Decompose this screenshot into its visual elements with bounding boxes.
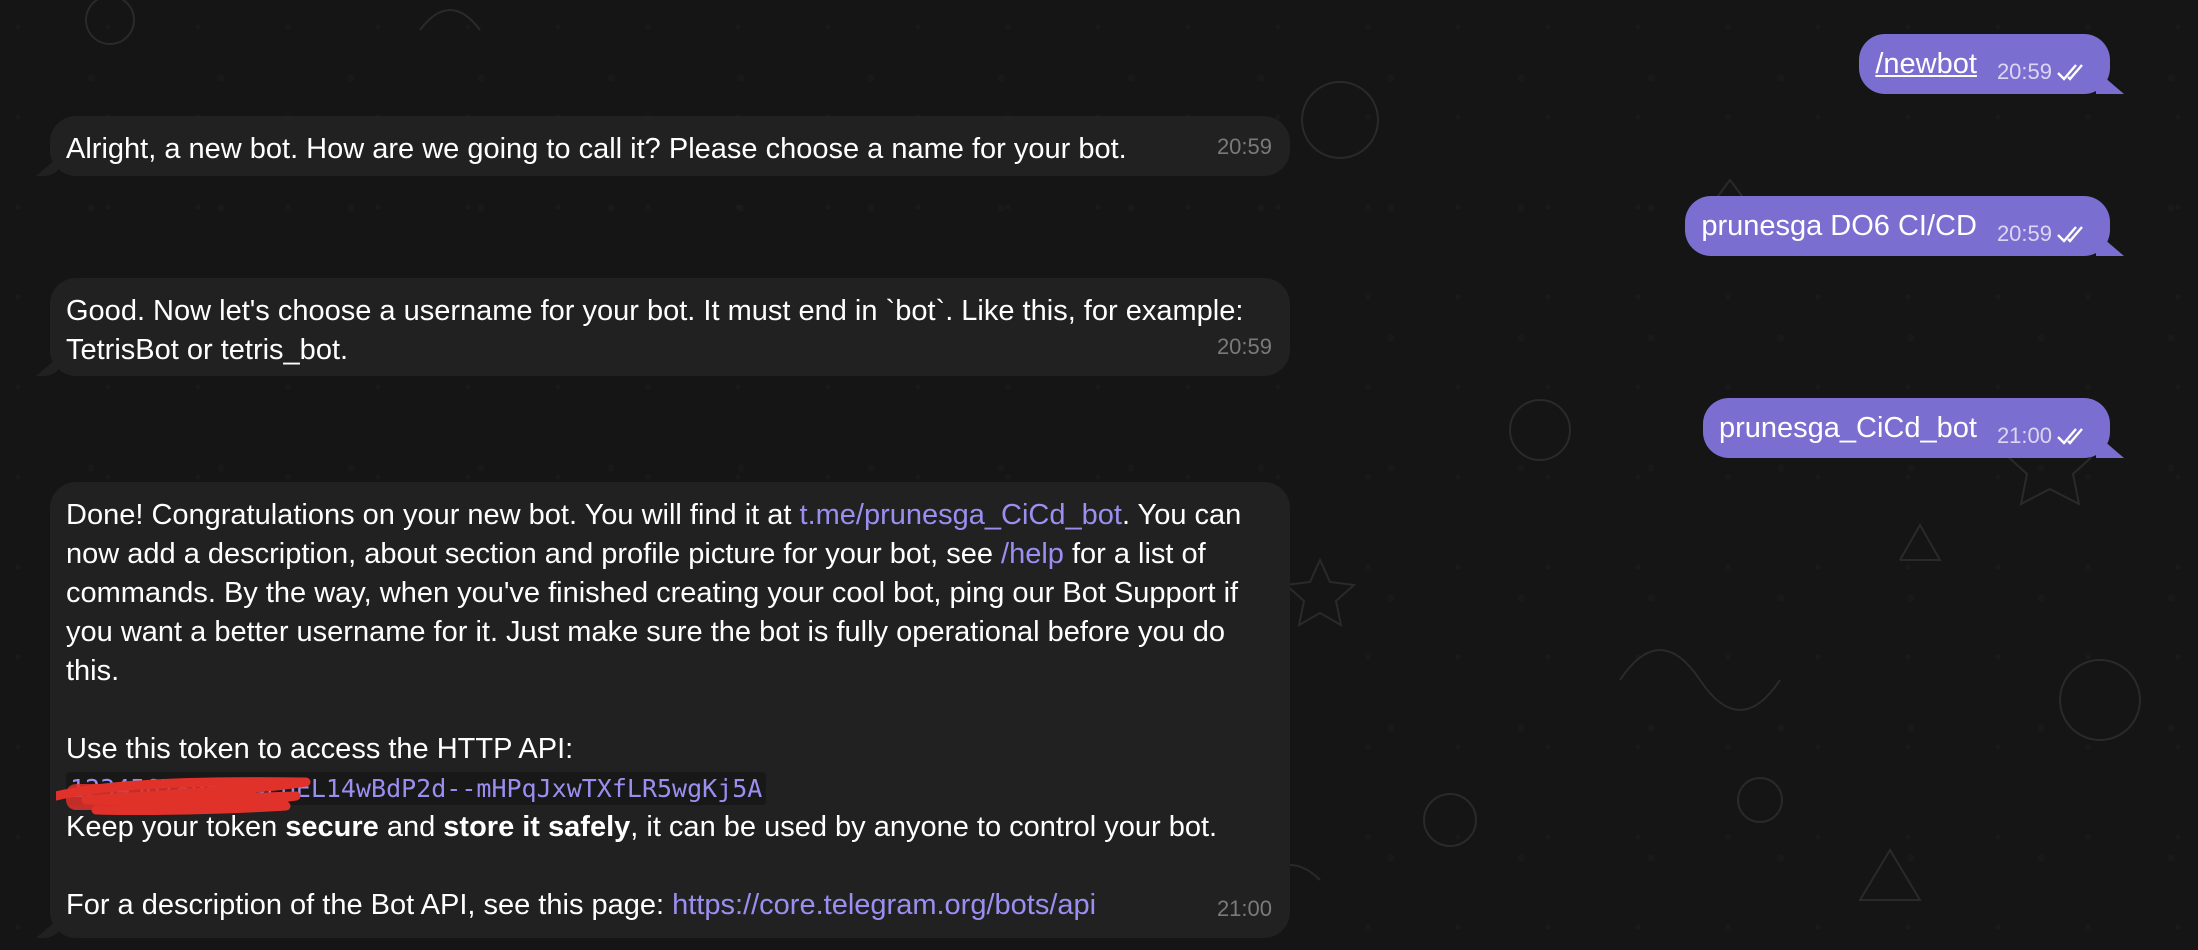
message-time: 20:59: [1216, 134, 1272, 159]
message-time: 20:59: [1996, 59, 2052, 84]
outgoing-message[interactable]: /newbot 20:59: [1859, 34, 2124, 94]
message-text: prunesga DO6 CI/CD: [1701, 210, 1977, 242]
api-docs-link[interactable]: https://core.telegram.org/bots/api: [672, 889, 1096, 921]
message-body: Done! Congratulations on your new bot. Y…: [56, 496, 1281, 925]
message-text[interactable]: /newbot: [1875, 44, 1977, 84]
message-time: 20:59: [1996, 221, 2052, 246]
double-check-icon: [2057, 64, 2083, 81]
outgoing-message[interactable]: prunesga_CiCd_bot 21:00: [1702, 398, 2124, 458]
message-text-part: and: [378, 811, 444, 843]
incoming-message[interactable]: Alright, a new bot. How are we going to …: [36, 116, 1290, 176]
help-command-link[interactable]: /help: [1001, 538, 1064, 570]
message-time: 21:00: [1996, 423, 2052, 448]
message-time: 21:00: [1216, 896, 1272, 921]
redaction-scribble: [56, 777, 311, 816]
message-text-part: Done! Congratulations on your new bot. Y…: [66, 499, 800, 531]
message-text-part: For a description of the Bot API, see th…: [66, 889, 673, 921]
bold-text: store it safely: [443, 811, 631, 843]
token-intro: Use this token to access the HTTP API:: [66, 733, 574, 765]
message-text: prunesga_CiCd_bot: [1718, 412, 1977, 444]
message-text: Alright, a new bot. How are we going to …: [66, 133, 1127, 165]
message-meta: 21:00: [1997, 416, 2088, 456]
chat-history[interactable]: /newbot 20:59 Alright, a new bot. How ar…: [0, 0, 2198, 950]
message-meta: 20:59: [1997, 214, 2088, 254]
message-meta: 20:59: [1997, 52, 2088, 92]
double-check-icon: [2057, 428, 2083, 445]
outgoing-message[interactable]: prunesga DO6 CI/CD 20:59: [1685, 196, 2124, 256]
message-text-part: , it can be used by anyone to control yo…: [630, 811, 1218, 843]
api-description: For a description of the Bot API, see th…: [66, 886, 1281, 925]
incoming-message[interactable]: Done! Congratulations on your new bot. Y…: [36, 482, 1290, 938]
double-check-icon: [2057, 226, 2083, 243]
incoming-message[interactable]: Good. Now let's choose a username for yo…: [36, 278, 1290, 376]
token-line: 1234567895:AAFoEL14wBdP2d--mHPqJxwTXfLR5…: [56, 769, 1281, 816]
bot-link[interactable]: t.me/prunesga_CiCd_bot: [800, 499, 1122, 531]
message-time: 20:59: [1216, 334, 1272, 359]
message-text: Good. Now let's choose a username for yo…: [66, 295, 1244, 366]
